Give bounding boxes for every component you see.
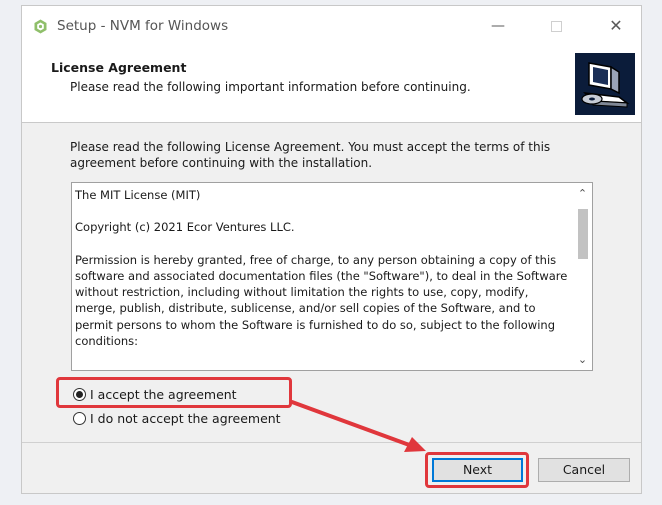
minimize-button[interactable]: — [484,14,512,38]
footer-divider [22,442,641,443]
page-subtitle: Please read the following important info… [70,80,471,94]
computer-disc-icon [575,53,635,115]
license-scrollbar[interactable]: ⌃ ⌄ [573,183,592,370]
license-text: The MIT License (MIT) Copyright (c) 2021… [75,187,571,365]
close-button[interactable]: ✕ [602,14,630,38]
license-intro-text: Please read the following License Agreem… [70,140,551,170]
maximize-button[interactable] [542,14,570,38]
scroll-up-icon[interactable]: ⌃ [573,184,592,203]
license-paragraph: Permission is hereby granted, free of ch… [75,252,568,348]
maximize-icon [550,20,562,32]
decline-agreement-option[interactable]: I do not accept the agreement [73,409,281,427]
page-title: License Agreement [51,60,187,75]
title-bar[interactable]: Setup - NVM for Windows — ✕ [22,6,641,46]
decline-label[interactable]: I do not accept the agreement [90,411,281,426]
scroll-down-icon[interactable]: ⌄ [573,350,592,369]
wizard-header: License Agreement Please read the follow… [22,46,641,122]
license-paragraph: The MIT License (MIT) [75,188,201,202]
license-paragraph: Copyright (c) 2021 Ecor Ventures LLC. [75,220,295,235]
accept-highlight-box [56,377,292,408]
scroll-thumb[interactable] [578,209,588,259]
nvm-app-icon [34,19,47,34]
cancel-button[interactable]: Cancel [538,458,630,482]
setup-window: Setup - NVM for Windows — ✕ License Agre… [21,5,642,494]
license-text-area[interactable]: The MIT License (MIT) Copyright (c) 2021… [71,182,593,371]
header-divider [22,122,641,123]
decline-radio[interactable] [73,411,86,425]
window-title: Setup - NVM for Windows [57,18,229,34]
next-highlight-box [425,452,529,488]
